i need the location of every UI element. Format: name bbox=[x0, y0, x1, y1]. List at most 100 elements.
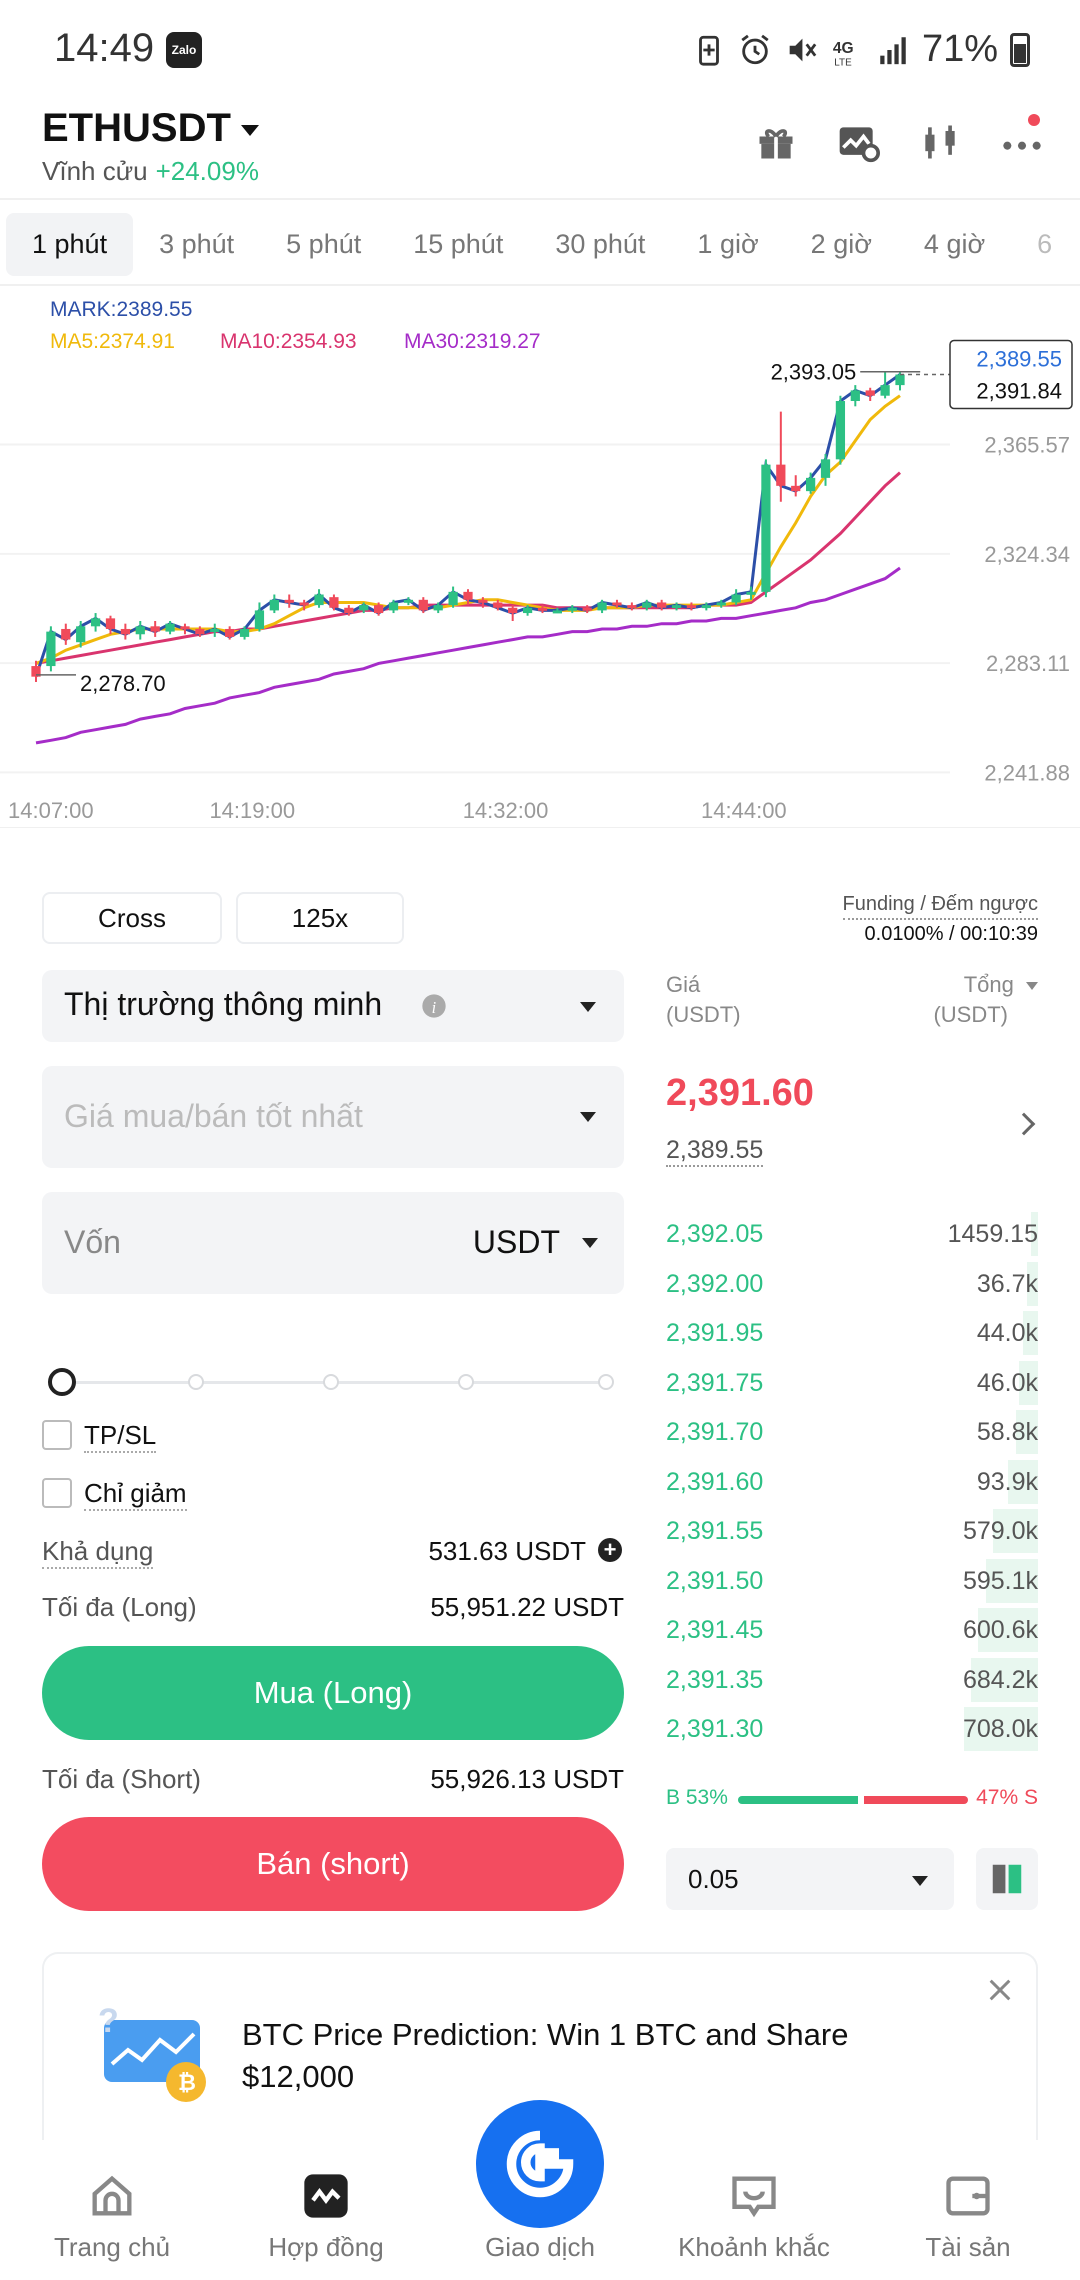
precision-select[interactable]: 0.05 bbox=[666, 1848, 954, 1910]
orderbook-row[interactable]: 2,392.00 36.7k bbox=[666, 1261, 1038, 1306]
candle-body bbox=[150, 626, 160, 632]
caret-down-icon bbox=[582, 1238, 598, 1248]
orderbook-total: 595.1k bbox=[962, 1566, 1038, 1595]
orderbook-total-header[interactable]: Tổng (USDT) bbox=[933, 970, 1038, 1030]
nav-home[interactable]: Trang chủ bbox=[4, 2140, 220, 2280]
price-input[interactable]: Giá mua/bán tốt nhất bbox=[42, 1066, 624, 1168]
candle-body bbox=[597, 602, 607, 611]
slider-step-50[interactable] bbox=[323, 1374, 339, 1390]
symbol-selector[interactable]: ETHUSDT bbox=[42, 106, 259, 151]
orderbook-row[interactable]: 2,391.60 93.9k bbox=[666, 1459, 1038, 1504]
orderbook-row[interactable]: 2,391.70 58.8k bbox=[666, 1410, 1038, 1454]
tab-3m[interactable]: 3 phút bbox=[133, 213, 260, 276]
buy-long-button[interactable]: Mua (Long) bbox=[42, 1646, 624, 1740]
chevron-right-icon[interactable] bbox=[1012, 1112, 1036, 1136]
close-icon[interactable] bbox=[986, 1976, 1014, 2004]
orderbook-row[interactable]: 2,391.55 579.0k bbox=[666, 1509, 1038, 1553]
low-price-label: 2,278.70 bbox=[80, 671, 166, 696]
chart-image-icon[interactable] bbox=[836, 120, 880, 164]
amount-unit-select[interactable]: USDT bbox=[473, 1224, 560, 1261]
svg-text:?: ? bbox=[98, 2002, 119, 2040]
candle-body bbox=[180, 626, 190, 630]
nav-home-label: Trang chủ bbox=[53, 2232, 171, 2262]
tab-30m[interactable]: 30 phút bbox=[529, 213, 671, 276]
candle-body bbox=[776, 464, 786, 486]
candle-body bbox=[850, 390, 860, 402]
candle-body bbox=[344, 607, 354, 614]
trade-center-button[interactable] bbox=[476, 2100, 604, 2228]
zalo-notification-icon: Zalo bbox=[166, 32, 202, 68]
status-bar: 14:49 Zalo 4G LTE 71% bbox=[0, 0, 1080, 100]
slider-step-25[interactable] bbox=[188, 1374, 204, 1390]
orderbook-row[interactable]: 2,392.05 1459.15 bbox=[666, 1212, 1038, 1256]
orderbook-row[interactable]: 2,391.35 684.2k bbox=[666, 1657, 1038, 1702]
margin-mode-button[interactable]: Cross bbox=[42, 892, 222, 944]
orderbook-row[interactable]: 2,391.75 46.0k bbox=[666, 1360, 1038, 1405]
candle-body bbox=[374, 605, 384, 614]
y-tick-label: 2,324.34 bbox=[984, 542, 1070, 567]
slider-step-75[interactable] bbox=[458, 1374, 474, 1390]
candle-body bbox=[225, 628, 235, 637]
market-subtitle: Vĩnh cửu +24.09% bbox=[42, 156, 259, 187]
x-tick-label: 14:32:00 bbox=[463, 798, 549, 823]
order-type-select[interactable]: Thị trường thông minh i bbox=[42, 970, 624, 1042]
sell-short-button[interactable]: Bán (short) bbox=[42, 1817, 624, 1911]
orderbook-price-header: Giá (USDT) bbox=[666, 970, 741, 1030]
candlestick-icon[interactable] bbox=[918, 120, 962, 164]
max-long-label: Tối đa (Long) bbox=[42, 1592, 197, 1622]
tab-15m[interactable]: 15 phút bbox=[387, 213, 529, 276]
more-icon[interactable] bbox=[1000, 120, 1044, 164]
orderbook-price: 2,392.05 bbox=[666, 1220, 764, 1248]
candle-body bbox=[746, 591, 756, 595]
orderbook-price: 2,391.95 bbox=[666, 1319, 764, 1347]
funding-info[interactable]: Funding / Đếm ngược 0.0100% / 00:10:39 bbox=[842, 890, 1038, 948]
price-header-label: Giá bbox=[666, 972, 701, 997]
price-chart[interactable]: MARK:2389.55 MA5:2374.91 MA10:2354.93 MA… bbox=[0, 288, 1080, 828]
tab-1m[interactable]: 1 phút bbox=[6, 212, 134, 276]
slider-knob[interactable] bbox=[48, 1368, 76, 1396]
tab-4h[interactable]: 4 giờ bbox=[898, 213, 1011, 276]
price-change: +24.09% bbox=[155, 156, 259, 186]
nav-moments[interactable]: Khoảnh khắc bbox=[646, 2140, 862, 2280]
tab-6h[interactable]: 6 bbox=[1011, 213, 1078, 276]
mark-price: 2,389.55 bbox=[666, 1136, 764, 1167]
svg-text:LTE: LTE bbox=[834, 57, 852, 66]
candle-body bbox=[448, 591, 458, 606]
amount-input[interactable]: Vốn USDT bbox=[42, 1192, 624, 1294]
add-funds-icon[interactable]: + bbox=[598, 1538, 622, 1562]
orderbook-row[interactable]: 2,391.95 44.0k bbox=[666, 1311, 1038, 1355]
orderbook-price: 2,391.30 bbox=[666, 1715, 764, 1743]
caret-down-icon bbox=[1026, 982, 1038, 991]
caret-down-icon bbox=[580, 1112, 596, 1122]
contracts-icon bbox=[304, 2174, 348, 2218]
candle-body bbox=[865, 390, 875, 396]
candle-body bbox=[716, 602, 726, 606]
slider-step-100[interactable] bbox=[598, 1374, 614, 1390]
orderbook-layout-button[interactable] bbox=[976, 1848, 1038, 1910]
reduce-only-checkbox[interactable] bbox=[42, 1478, 72, 1508]
moments-icon bbox=[732, 2176, 776, 2218]
tab-1h[interactable]: 1 giờ bbox=[671, 213, 784, 276]
assets-icon bbox=[946, 2176, 990, 2216]
home-icon bbox=[92, 2175, 132, 2216]
candle-body bbox=[269, 599, 279, 611]
tab-5m[interactable]: 5 phút bbox=[260, 213, 387, 276]
candle-body bbox=[642, 602, 652, 608]
promo-text: BTC Price Prediction: Win 1 BTC and Shar… bbox=[242, 2017, 849, 2094]
orderbook-row[interactable]: 2,391.30 708.0k bbox=[666, 1707, 1038, 1751]
alarm-icon bbox=[741, 34, 769, 64]
candle-body bbox=[522, 607, 533, 614]
nav-contracts[interactable]: Hợp đồng bbox=[218, 2140, 434, 2280]
gift-icon[interactable] bbox=[754, 120, 798, 164]
candle-body bbox=[299, 602, 309, 606]
orderbook-row[interactable]: 2,391.50 595.1k bbox=[666, 1558, 1038, 1603]
info-icon[interactable]: i bbox=[420, 992, 448, 1020]
x-tick-label: 14:44:00 bbox=[701, 798, 787, 823]
leverage-button[interactable]: 125x bbox=[236, 892, 404, 944]
available-value: 531.63 USDT bbox=[428, 1536, 586, 1566]
candle-body bbox=[165, 623, 175, 632]
tab-2h[interactable]: 2 giờ bbox=[785, 213, 898, 276]
tpsl-checkbox[interactable] bbox=[42, 1420, 72, 1450]
nav-assets[interactable]: Tài sản bbox=[860, 2140, 1076, 2280]
orderbook-row[interactable]: 2,391.45 600.6k bbox=[666, 1608, 1038, 1652]
